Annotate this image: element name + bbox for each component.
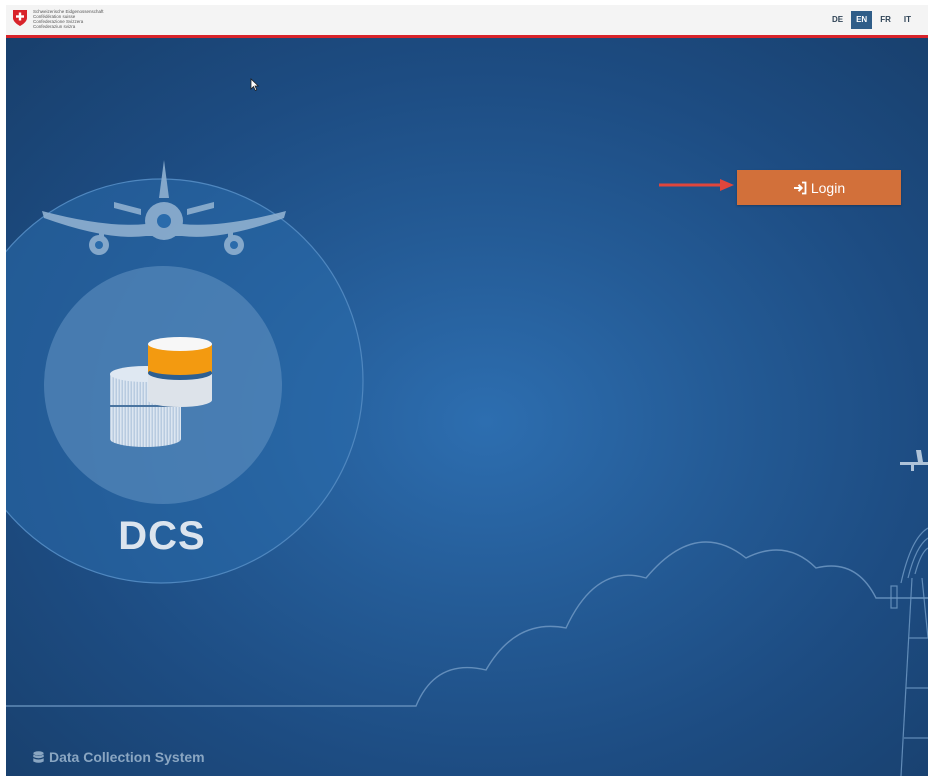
language-switcher: DE EN FR IT: [827, 11, 916, 29]
top-header-bar: Schweizerische Eidgenossenschaft Confédé…: [6, 5, 928, 38]
landing-hero: Login DCS Data Collection System: [6, 38, 928, 776]
app-name-label: Data Collection System: [49, 749, 205, 765]
language-en[interactable]: EN: [851, 11, 873, 29]
language-de[interactable]: DE: [827, 11, 848, 29]
swiss-confederation-logo[interactable]: Schweizerische Eidgenossenschaft Confédé…: [12, 9, 104, 29]
swiss-cross-crest-icon: [13, 10, 27, 26]
language-fr[interactable]: FR: [875, 11, 896, 29]
app-window: Schweizerische Eidgenossenschaft Confédé…: [6, 5, 928, 776]
red-arrow-icon: [659, 179, 734, 191]
mouse-cursor-icon: [250, 78, 260, 92]
confederation-name-block: Schweizerische Eidgenossenschaft Confédé…: [33, 9, 104, 29]
login-label: Login: [810, 179, 846, 196]
sign-in-icon: [793, 181, 807, 194]
database-icon: [33, 750, 44, 763]
radio-tower-illustration: [890, 527, 928, 776]
small-airplane-illustration: [900, 450, 928, 471]
database-front-illustration: [148, 337, 212, 407]
background-illustration: [6, 160, 928, 776]
app-abbreviation: DCS: [118, 514, 206, 558]
app-name-footer: Data Collection System: [33, 749, 205, 765]
language-it[interactable]: IT: [899, 11, 916, 29]
login-button[interactable]: Login: [737, 170, 901, 205]
confederation-line-rm: Confederaziun svizra: [33, 24, 76, 29]
